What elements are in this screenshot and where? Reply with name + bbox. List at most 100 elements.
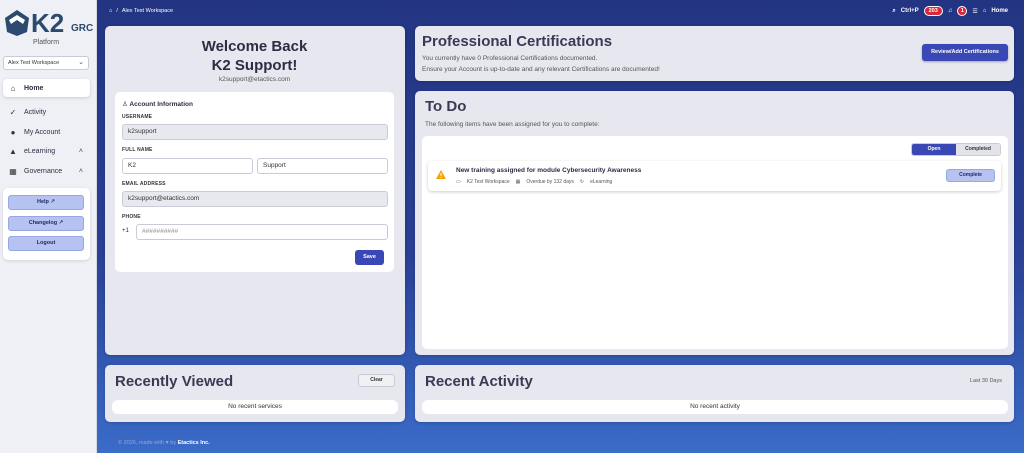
- refresh-icon: ↻: [579, 179, 585, 185]
- bell-icon[interactable]: ♫: [948, 8, 953, 14]
- search-icon[interactable]: ⌕: [892, 8, 895, 15]
- todo-card: To Do The following items have been assi…: [415, 91, 1014, 355]
- workspace-select-value: Alex Test Workspace: [8, 60, 60, 66]
- complete-button[interactable]: Complete: [946, 169, 995, 182]
- email-label: EMAIL ADDRESS: [122, 181, 166, 187]
- account-info-heading: ♙ Account Information: [122, 100, 193, 108]
- external-link-icon: ↗: [58, 220, 64, 226]
- home-link[interactable]: Home: [991, 8, 1008, 14]
- svg-text:K2: K2: [31, 8, 64, 38]
- footer-by: by: [170, 440, 177, 446]
- footer: © 2026, made with ♥ by Etactics Inc.: [118, 440, 210, 446]
- changelog-button-label: Changelog: [28, 220, 58, 226]
- sidebar-item-label: Activity: [24, 108, 47, 116]
- phone-field[interactable]: ##########: [136, 224, 388, 240]
- todo-item-due: Overdue by 132 days: [526, 179, 574, 185]
- breadcrumb: ⌂ / Alex Test Workspace: [109, 8, 173, 14]
- username-label: USERNAME: [122, 114, 153, 120]
- heart-icon: ♥: [165, 440, 169, 446]
- home-icon: ⌂: [10, 83, 16, 93]
- certifications-card: Professional Certifications You currentl…: [415, 26, 1014, 81]
- help-button[interactable]: Help ↗: [8, 195, 84, 210]
- calendar-icon: ▦: [515, 179, 521, 185]
- sidebar: K2 GRC Platform Alex Test Workspace ⌄ ⌂ …: [0, 0, 97, 453]
- check-circle-icon: ✓: [9, 107, 17, 117]
- username-field[interactable]: k2support: [122, 124, 388, 140]
- footer-brand-link[interactable]: Etactics Inc.: [178, 440, 210, 446]
- sidebar-item-activity[interactable]: ✓ Activity: [3, 103, 90, 121]
- sidebar-item-my-account[interactable]: ● My Account: [3, 123, 90, 141]
- todo-item-category: eLearning: [590, 179, 613, 185]
- welcome-line2: K2 Support!: [211, 57, 298, 74]
- breadcrumb-workspace[interactable]: Alex Test Workspace: [122, 8, 173, 14]
- recent-activity-range[interactable]: Last 30 Days: [970, 378, 1002, 384]
- fullname-label: FULL NAME: [122, 147, 153, 153]
- tab-completed[interactable]: Completed: [956, 144, 1000, 155]
- recent-activity-title: Recent Activity: [425, 373, 533, 390]
- external-link-icon: ↗: [50, 199, 56, 205]
- recently-viewed-title: Recently Viewed: [115, 373, 234, 390]
- footer-prefix: © 2026, made with: [118, 440, 164, 446]
- recent-activity-card: Recent Activity Last 30 Days No recent a…: [415, 365, 1014, 422]
- certifications-title: Professional Certifications: [422, 33, 613, 50]
- graduation-cap-icon: ▲: [9, 146, 17, 156]
- logout-button[interactable]: Logout: [8, 236, 84, 251]
- user-icon: ♙: [122, 101, 128, 108]
- first-name-field[interactable]: K2: [122, 158, 253, 174]
- topbar-actions: ⌕ Ctrl+P 203 ♫ 1 ☰ ⌂ Home: [892, 6, 1008, 16]
- sidebar-item-label: eLearning: [24, 147, 56, 155]
- phone-prefix: +1: [122, 228, 129, 234]
- email-field[interactable]: k2support@etactics.com: [122, 191, 388, 207]
- sidebar-item-elearning[interactable]: ▲ eLearning ˄: [3, 142, 90, 160]
- certifications-line1: You currently have 0 Professional Certif…: [422, 55, 598, 62]
- welcome-card: Welcome Back K2 Support! k2support@etact…: [105, 26, 405, 355]
- folder-icon: ▭: [456, 179, 461, 185]
- todo-item-meta: ▭ K2 Test Workspace ▦ Overdue by 132 day…: [456, 179, 612, 185]
- todo-subtitle: The following items have been assigned f…: [425, 121, 600, 128]
- tab-open[interactable]: Open: [912, 144, 956, 155]
- welcome-title: Welcome Back K2 Support!: [105, 37, 404, 75]
- user-circle-icon: ●: [10, 127, 16, 137]
- building-icon: ▦: [9, 166, 17, 176]
- chevron-up-icon: ˄: [78, 147, 83, 155]
- k2-grc-logo[interactable]: K2 GRC: [3, 6, 93, 38]
- welcome-line1: Welcome Back: [201, 38, 308, 55]
- sidebar-item-label: Governance: [24, 167, 63, 175]
- help-button-label: Help: [36, 199, 49, 205]
- list-icon[interactable]: ☰: [972, 8, 977, 15]
- breadcrumb-separator: /: [116, 8, 118, 14]
- notification-badge[interactable]: 1: [957, 6, 968, 16]
- phone-label: PHONE: [122, 214, 141, 220]
- sidebar-item-label: My Account: [24, 128, 61, 136]
- todo-item[interactable]: New training assigned for module Cyberse…: [428, 161, 1001, 191]
- recently-viewed-empty: No recent services: [112, 400, 398, 414]
- home-icon[interactable]: ⌂: [983, 8, 987, 14]
- review-certifications-button[interactable]: Review/Add Certifications: [922, 44, 1008, 61]
- search-shortcut[interactable]: Ctrl+P: [901, 8, 919, 14]
- topbar: ⌂ / Alex Test Workspace ⌕ Ctrl+P 203 ♫ 1…: [97, 0, 1024, 24]
- last-name-field[interactable]: Support: [257, 158, 388, 174]
- warning-icon: [436, 170, 446, 179]
- certifications-line2: Ensure your Account is up-to-date and an…: [422, 66, 660, 73]
- save-button[interactable]: Save: [355, 250, 384, 265]
- chevron-up-icon: ˄: [78, 167, 83, 175]
- workspace-select[interactable]: Alex Test Workspace ⌄: [3, 56, 89, 70]
- platform-label: Platform: [32, 39, 60, 46]
- todo-list-panel: Open Completed New training assigned for…: [422, 136, 1008, 349]
- recent-activity-empty: No recent activity: [422, 400, 1008, 414]
- alerts-badge[interactable]: 203: [923, 6, 943, 16]
- svg-text:GRC: GRC: [71, 23, 93, 34]
- sidebar-item-home[interactable]: ⌂ Home: [3, 79, 90, 97]
- account-info-title: Account Information: [129, 101, 193, 108]
- certifications-text: You currently have 0 Professional Certif…: [422, 53, 660, 75]
- recently-viewed-card: Recently Viewed Clear No recent services: [105, 365, 405, 422]
- logout-button-label: Logout: [36, 240, 56, 246]
- chevron-down-icon: ⌄: [78, 59, 84, 66]
- changelog-button[interactable]: Changelog ↗: [8, 216, 84, 231]
- todo-title: To Do: [425, 98, 467, 115]
- sidebar-item-governance[interactable]: ▦ Governance ˄: [3, 162, 90, 180]
- todo-item-title: New training assigned for module Cyberse…: [456, 167, 642, 174]
- sidebar-item-label: Home: [24, 84, 44, 92]
- home-icon[interactable]: ⌂: [109, 8, 112, 14]
- clear-button[interactable]: Clear: [358, 374, 395, 387]
